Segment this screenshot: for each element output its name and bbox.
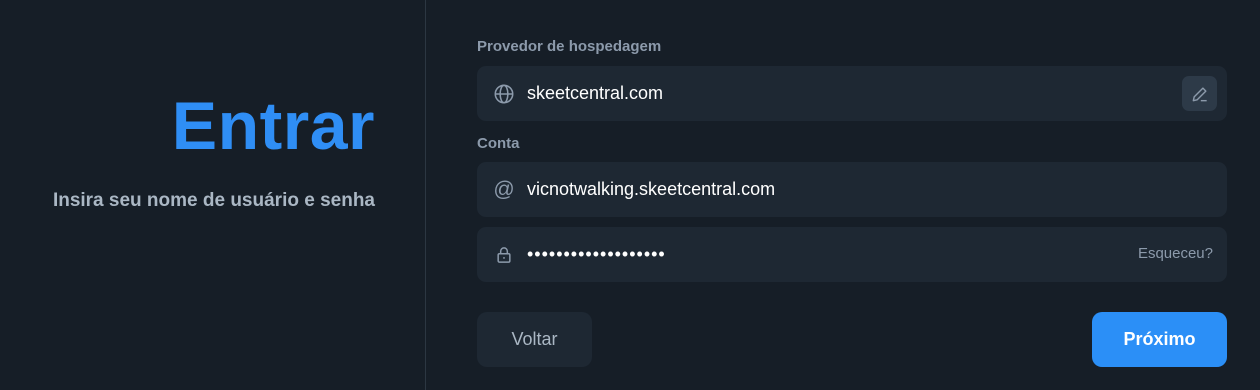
- password-field[interactable]: ••••••••••••••••••• Esqueceu?: [477, 227, 1227, 282]
- left-panel: Entrar Insira seu nome de usuário e senh…: [0, 0, 426, 390]
- pencil-icon: [1190, 84, 1210, 104]
- forgot-password-link[interactable]: Esqueceu?: [1138, 245, 1213, 262]
- login-screen: Entrar Insira seu nome de usuário e senh…: [0, 0, 1260, 390]
- at-sign-icon: @: [493, 179, 515, 201]
- at-sign-glyph: @: [493, 178, 515, 201]
- hosting-provider-label: Provedor de hospedagem: [477, 38, 662, 55]
- hosting-provider-field[interactable]: skeetcentral.com: [477, 66, 1227, 121]
- hosting-provider-value: skeetcentral.com: [527, 83, 664, 103]
- globe-icon: [493, 83, 515, 105]
- account-value: vicnotwalking.skeetcentral.com: [527, 179, 776, 199]
- back-button[interactable]: Voltar: [477, 312, 592, 367]
- next-button[interactable]: Próximo: [1092, 312, 1227, 367]
- password-value: •••••••••••••••••••: [527, 244, 666, 264]
- login-form: Provedor de hospedagem skeetcentral.com: [426, 0, 1260, 390]
- account-label: Conta: [477, 135, 520, 152]
- account-field[interactable]: @ vicnotwalking.skeetcentral.com: [477, 162, 1227, 217]
- page-subtitle: Insira seu nome de usuário e senha: [52, 190, 375, 211]
- lock-icon: [493, 244, 515, 266]
- edit-hosting-button[interactable]: [1182, 76, 1217, 111]
- page-title: Entrar: [171, 88, 375, 164]
